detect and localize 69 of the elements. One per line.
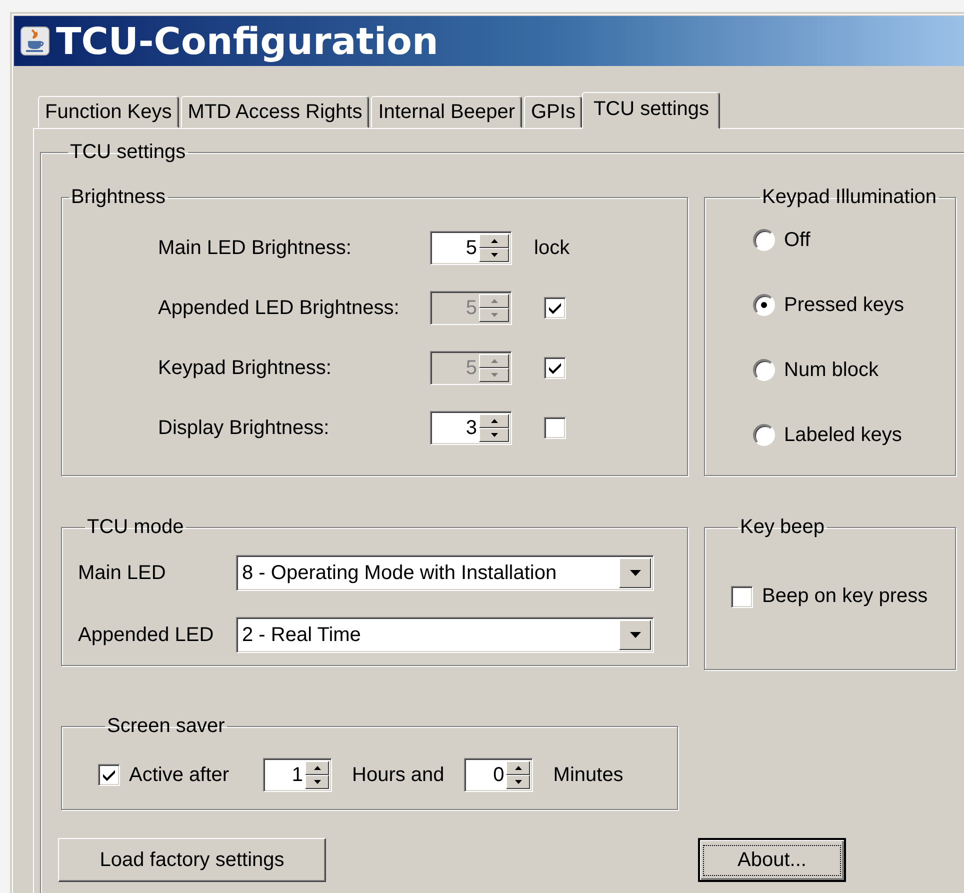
field-label: Display Brightness: — [157, 416, 330, 440]
checkmark-icon — [548, 361, 562, 375]
checkbox[interactable] — [731, 586, 753, 608]
radio-button[interactable] — [753, 294, 775, 316]
group-title: TCU mode — [86, 516, 185, 539]
radio-button[interactable] — [753, 424, 775, 446]
down-arrow-icon — [490, 433, 498, 437]
field-label: Keypad Brightness: — [157, 356, 332, 380]
up-arrow-icon — [490, 239, 498, 243]
spin-up-button[interactable] — [479, 234, 509, 248]
checkbox-label: Active after — [129, 764, 230, 786]
up-arrow-icon — [490, 419, 498, 423]
dropdown[interactable]: 8 - Operating Mode with Installation — [236, 555, 654, 591]
down-arrow-icon — [490, 253, 498, 257]
spin-down-button[interactable] — [506, 775, 530, 789]
down-arrow-icon — [490, 313, 498, 317]
number-spinner[interactable]: 0 — [464, 758, 534, 792]
caret-icon — [630, 632, 640, 638]
checkbox[interactable] — [544, 417, 566, 439]
spin-up-button[interactable] — [506, 761, 530, 775]
field-label: Appended LED — [78, 624, 215, 646]
button[interactable]: About... — [698, 838, 846, 882]
option-label: Labeled keys — [784, 424, 902, 446]
checkmark-icon — [548, 301, 562, 315]
down-arrow-icon — [490, 373, 498, 377]
radio-button[interactable] — [753, 359, 775, 381]
number-spinner[interactable]: 3 — [430, 411, 512, 445]
down-arrow-icon — [514, 780, 522, 784]
field-label: Minutes — [553, 764, 624, 786]
number-spinner[interactable]: 5 — [430, 231, 512, 265]
group-title: TCU settings — [69, 141, 187, 164]
checkbox[interactable] — [98, 764, 120, 786]
field-label: Hours and — [352, 764, 444, 786]
tab[interactable]: Internal Beeper — [371, 96, 522, 128]
dropdown[interactable]: 2 - Real Time — [236, 617, 654, 653]
down-arrow-icon — [314, 780, 320, 784]
checkbox-label: Beep on key press — [762, 585, 928, 608]
spin-down-button[interactable] — [305, 775, 329, 789]
radio-button[interactable] — [753, 229, 775, 251]
tab[interactable]: TCU settings — [582, 92, 720, 129]
option-label: Off — [784, 228, 810, 252]
checkmark-icon — [102, 768, 116, 782]
up-arrow-icon — [314, 766, 320, 770]
up-arrow-icon — [490, 299, 498, 303]
tab[interactable]: Function Keys — [38, 96, 179, 128]
option-label: Num block — [784, 358, 878, 382]
group-title: Brightness — [70, 186, 166, 209]
field-label: Appended LED Brightness: — [157, 296, 400, 320]
field-label: Main LED Brightness: — [157, 236, 352, 260]
lock-label: lock — [534, 236, 570, 260]
spin-up-button[interactable] — [305, 761, 329, 775]
up-arrow-icon — [490, 359, 498, 363]
coffee-cup-icon — [20, 26, 50, 56]
spin-down-button[interactable] — [479, 428, 509, 442]
spin-up-button[interactable] — [479, 414, 509, 428]
group-title: Screen saver — [106, 715, 226, 738]
group-title: Key beep — [739, 516, 826, 539]
field-label: Main LED — [78, 562, 167, 584]
window-title: TCU-Configuration — [56, 20, 438, 62]
dropdown-button[interactable] — [619, 620, 651, 650]
tab[interactable]: MTD Access Rights — [180, 96, 370, 128]
dropdown-button[interactable] — [619, 558, 651, 588]
number-spinner[interactable]: 1 — [263, 758, 332, 792]
option-label: Pressed keys — [784, 294, 904, 316]
up-arrow-icon — [514, 766, 522, 770]
spin-down-button[interactable] — [479, 248, 509, 262]
caret-icon — [630, 570, 640, 576]
group-title: Keypad Illumination — [761, 186, 938, 209]
button[interactable]: Load factory settings — [58, 838, 326, 882]
